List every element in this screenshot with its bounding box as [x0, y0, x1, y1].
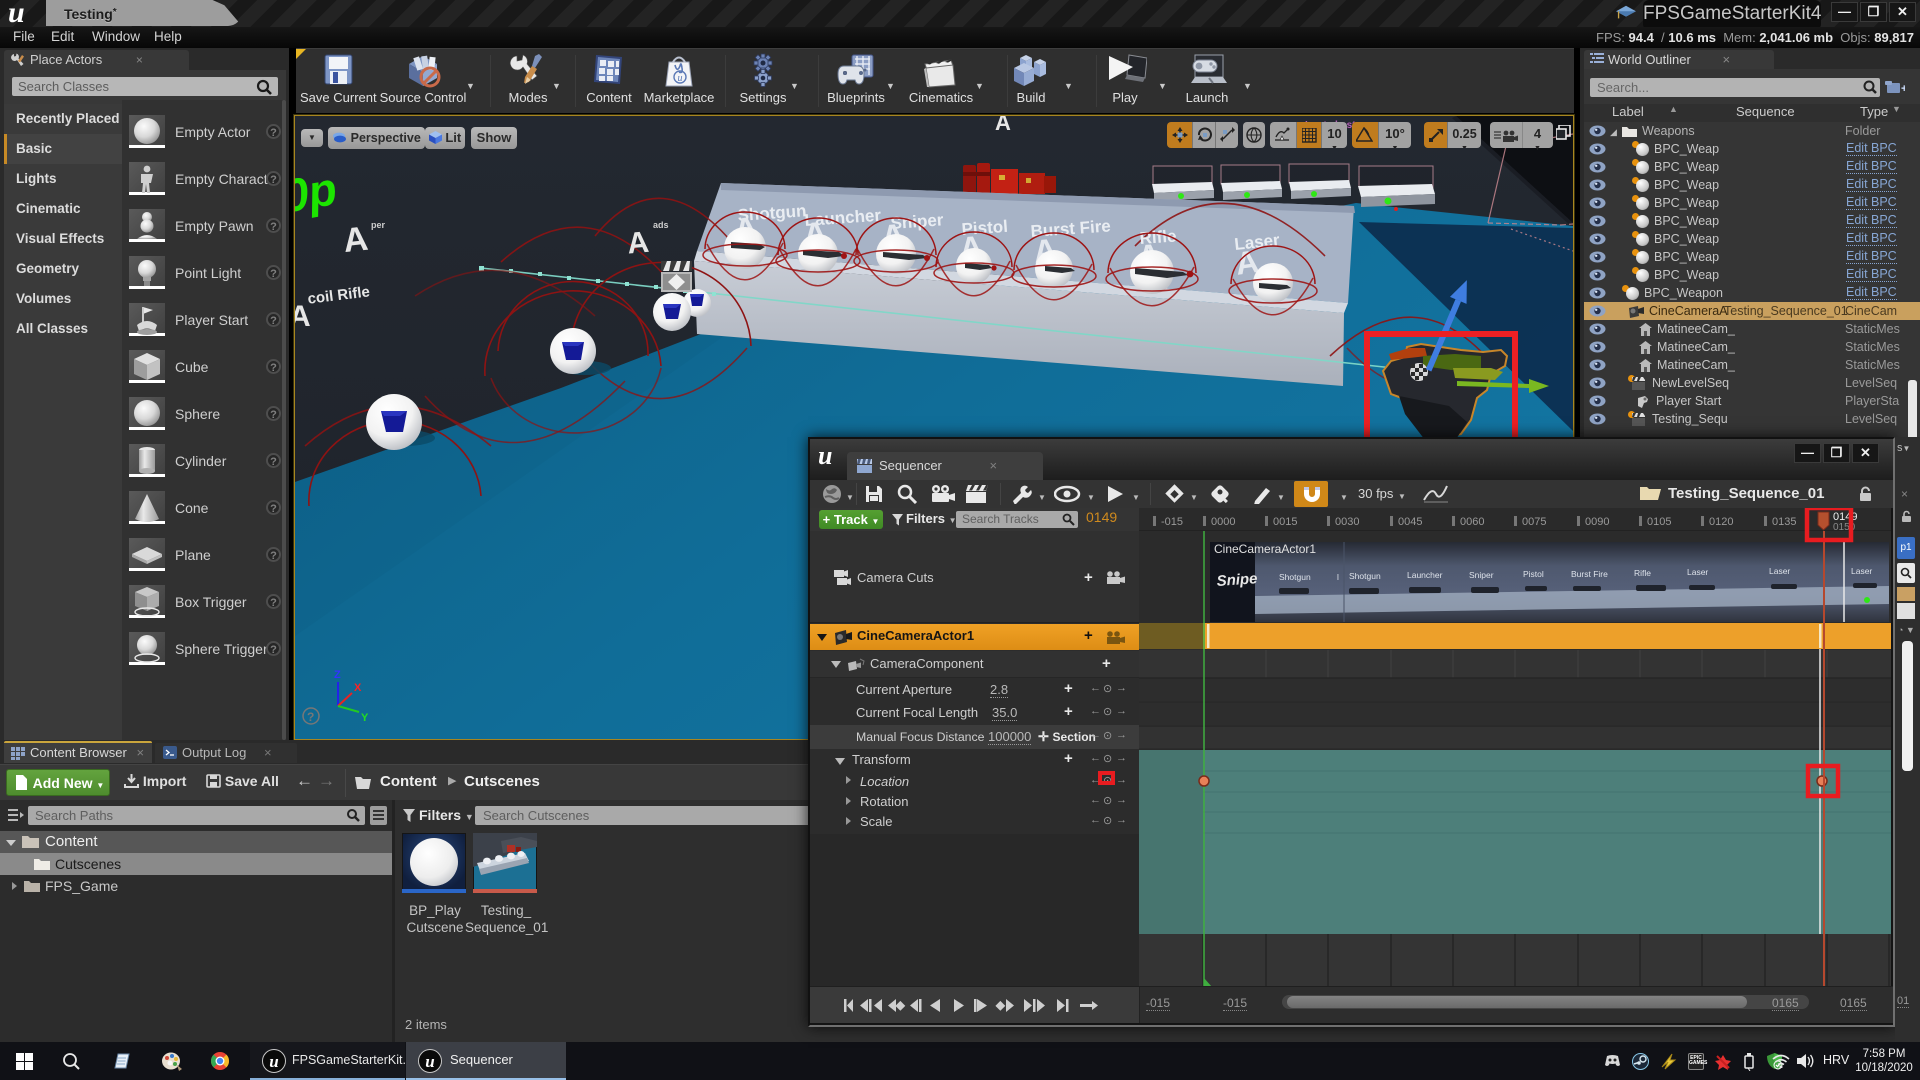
svg-text:X: X	[354, 682, 362, 694]
svg-text:Laser: Laser	[1769, 566, 1790, 576]
svg-text:0030: 0030	[1335, 516, 1359, 528]
svg-text:per: per	[371, 220, 386, 230]
svg-text:0075: 0075	[1522, 516, 1546, 528]
svg-text:Z: Z	[334, 669, 341, 681]
svg-text:0090: 0090	[1585, 516, 1609, 528]
svg-text:Snipe: Snipe	[1216, 570, 1258, 590]
svg-text:Laser: Laser	[1851, 566, 1872, 576]
svg-text:Shotgun: Shotgun	[1279, 572, 1311, 582]
svg-text:A: A	[995, 116, 1011, 135]
svg-text:Shotgun: Shotgun	[1349, 571, 1381, 581]
svg-text:?: ?	[307, 710, 314, 724]
svg-text:0105: 0105	[1647, 516, 1671, 528]
svg-text:l: l	[1337, 572, 1339, 582]
svg-text:0015: 0015	[1273, 516, 1297, 528]
svg-text:0120: 0120	[1709, 516, 1733, 528]
svg-text:A: A	[341, 220, 369, 260]
svg-text:ads: ads	[653, 220, 669, 230]
svg-text:Launcher: Launcher	[1407, 570, 1443, 580]
svg-text:0135: 0135	[1772, 516, 1796, 528]
svg-text:Burst Fire: Burst Fire	[1571, 569, 1608, 579]
svg-text:Pistol: Pistol	[1523, 569, 1544, 579]
svg-text:u: u	[678, 73, 683, 84]
svg-text:Sniper: Sniper	[1469, 570, 1494, 580]
svg-text:0060: 0060	[1460, 516, 1484, 528]
svg-text:Y: Y	[361, 712, 369, 724]
svg-text:0045: 0045	[1398, 516, 1422, 528]
svg-text:Laser: Laser	[1687, 567, 1708, 577]
svg-text:CineCameraActor1: CineCameraActor1	[1214, 542, 1316, 556]
svg-text:Rifle: Rifle	[1634, 568, 1651, 578]
svg-text:0000: 0000	[1211, 516, 1235, 528]
svg-text:A: A	[626, 226, 650, 261]
svg-text:+: +	[1901, 83, 1905, 95]
svg-text:-015: -015	[1161, 516, 1183, 528]
